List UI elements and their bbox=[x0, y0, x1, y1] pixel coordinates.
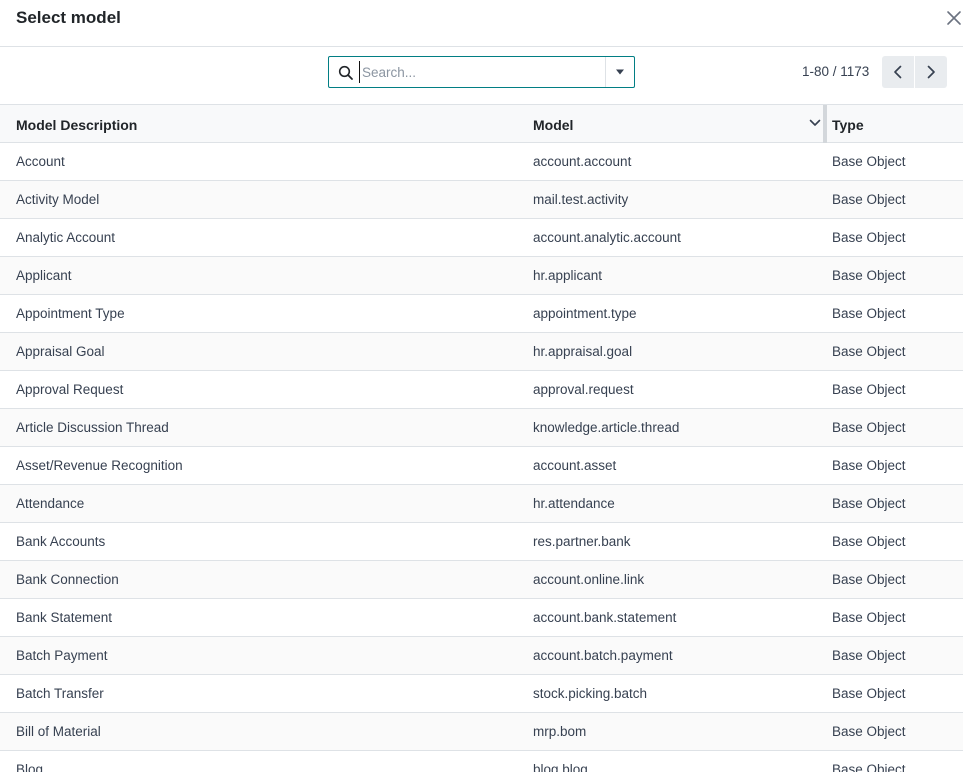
table-row[interactable]: Bank Statement account.bank.statement Base… bbox=[0, 599, 963, 637]
control-panel: 1-80 / 1173 bbox=[0, 47, 963, 105]
column-header-type[interactable]: Type bbox=[832, 117, 864, 133]
table-row[interactable]: Approval Request approval.request Base Obj… bbox=[0, 371, 963, 409]
cell-model-description: Attendance bbox=[16, 496, 85, 511]
pager-value[interactable]: 1-80 / 1173 bbox=[802, 64, 869, 79]
cell-model-name: mail.test.activity bbox=[533, 192, 629, 207]
cell-model-description: Batch Transfer bbox=[16, 686, 104, 701]
cell-model-name: account.analytic.account bbox=[533, 230, 681, 245]
cell-model-name: account.online.link bbox=[533, 572, 645, 587]
cell-model-name: hr.attendance bbox=[533, 496, 615, 511]
table-row[interactable]: Blog blog.blog Base Object bbox=[0, 751, 963, 772]
chevron-left-icon bbox=[894, 65, 902, 79]
cell-model-description: Approval Request bbox=[16, 382, 124, 397]
cell-type: Base Object bbox=[832, 686, 906, 701]
search-box bbox=[328, 56, 635, 88]
cell-model-name: hr.applicant bbox=[533, 268, 603, 283]
cell-model-name: approval.request bbox=[533, 382, 634, 397]
cell-type: Base Object bbox=[832, 306, 906, 321]
cell-model-description: Appointment Type bbox=[16, 306, 125, 321]
cell-type: Base Object bbox=[832, 154, 906, 169]
column-header-model-description[interactable]: Model Description bbox=[16, 117, 137, 133]
cell-model-name: account.account bbox=[533, 154, 632, 169]
cell-model-name: blog.blog bbox=[533, 762, 588, 772]
table-row[interactable]: Asset/Revenue Recognition account.asset Ba… bbox=[0, 447, 963, 485]
cell-model-name: knowledge.article.thread bbox=[533, 420, 680, 435]
cell-type: Base Object bbox=[832, 382, 906, 397]
table-body: Account account.account Base Object Activit… bbox=[0, 143, 963, 772]
cell-type: Base Object bbox=[832, 762, 906, 772]
search-options-toggle[interactable] bbox=[605, 57, 634, 87]
cell-model-name: stock.picking.batch bbox=[533, 686, 648, 701]
cell-type: Base Object bbox=[832, 534, 906, 549]
cell-model-description: Account bbox=[16, 154, 65, 169]
table-row[interactable]: Analytic Account account.analytic.account… bbox=[0, 219, 963, 257]
cell-model-name: account.batch.payment bbox=[533, 648, 673, 663]
cell-model-description: Blog bbox=[16, 762, 44, 772]
cell-model-description: Asset/Revenue Recognition bbox=[16, 458, 183, 473]
cell-type: Base Object bbox=[832, 610, 906, 625]
cell-model-description: Bank Connection bbox=[16, 572, 119, 587]
dialog-title: Select model bbox=[16, 8, 121, 27]
cell-model-description: Analytic Account bbox=[16, 230, 116, 245]
cell-model-description: Bank Statement bbox=[16, 610, 113, 625]
cell-model-name: appointment.type bbox=[533, 306, 637, 321]
cell-model-description: Appraisal Goal bbox=[16, 344, 105, 359]
table-header: Model Description Model Type bbox=[0, 105, 963, 143]
cell-type: Base Object bbox=[832, 724, 906, 739]
table-row[interactable]: Batch Transfer stock.picking.batch Base Ob… bbox=[0, 675, 963, 713]
search-icon bbox=[338, 65, 353, 80]
column-header-model[interactable]: Model bbox=[533, 117, 573, 133]
cell-model-name: account.asset bbox=[533, 458, 617, 473]
table-row[interactable]: Applicant hr.applicant Base Object bbox=[0, 257, 963, 295]
pager-previous-button[interactable] bbox=[882, 56, 914, 88]
table-row[interactable]: Activity Model mail.test.activity Base Obj… bbox=[0, 181, 963, 219]
dialog-header: Select model bbox=[0, 0, 963, 47]
column-resize-handle[interactable] bbox=[823, 105, 827, 143]
cell-model-description: Activity Model bbox=[16, 192, 100, 207]
cell-model-name: hr.appraisal.goal bbox=[533, 344, 633, 359]
cell-type: Base Object bbox=[832, 496, 906, 511]
cell-type: Base Object bbox=[832, 268, 906, 283]
cell-type: Base Object bbox=[832, 230, 906, 245]
select-model-dialog: Select model 1-80 / 1173 bbox=[0, 0, 963, 772]
pager-next-button[interactable] bbox=[915, 56, 947, 88]
cell-model-description: Applicant bbox=[16, 268, 72, 283]
cell-type: Base Object bbox=[832, 420, 906, 435]
search-input[interactable] bbox=[359, 61, 599, 83]
cell-model-name: mrp.bom bbox=[533, 724, 587, 739]
table-row[interactable]: Batch Payment account.batch.payment Base O… bbox=[0, 637, 963, 675]
cell-model-description: Bill of Material bbox=[16, 724, 101, 739]
table-row[interactable]: Account account.account Base Object bbox=[0, 143, 963, 181]
cell-model-name: res.partner.bank bbox=[533, 534, 631, 549]
cell-type: Base Object bbox=[832, 192, 906, 207]
cell-type: Base Object bbox=[832, 572, 906, 587]
cell-type: Base Object bbox=[832, 458, 906, 473]
chevron-right-icon bbox=[927, 65, 935, 79]
table-row[interactable]: Attendance hr.attendance Base Object bbox=[0, 485, 963, 523]
table-row[interactable]: Appraisal Goal hr.appraisal.goal Base Obje… bbox=[0, 333, 963, 371]
cell-model-description: Batch Payment bbox=[16, 648, 108, 663]
close-button[interactable] bbox=[944, 8, 963, 28]
cell-model-description: Bank Accounts bbox=[16, 534, 106, 549]
chevron-down-icon[interactable] bbox=[809, 118, 821, 128]
table-row[interactable]: Article Discussion Thread knowledge.artic… bbox=[0, 409, 963, 447]
caret-down-icon bbox=[616, 69, 624, 75]
cell-model-description: Article Discussion Thread bbox=[16, 420, 169, 435]
table-row[interactable]: Bank Accounts res.partner.bank Base Object bbox=[0, 523, 963, 561]
table-row[interactable]: Bank Connection account.online.link Base O… bbox=[0, 561, 963, 599]
close-icon bbox=[947, 11, 961, 25]
table-row[interactable]: Bill of Material mrp.bom Base Object bbox=[0, 713, 963, 751]
cell-type: Base Object bbox=[832, 344, 906, 359]
table-row[interactable]: Appointment Type appointment.type Base Obj… bbox=[0, 295, 963, 333]
cell-type: Base Object bbox=[832, 648, 906, 663]
cell-model-name: account.bank.statement bbox=[533, 610, 677, 625]
